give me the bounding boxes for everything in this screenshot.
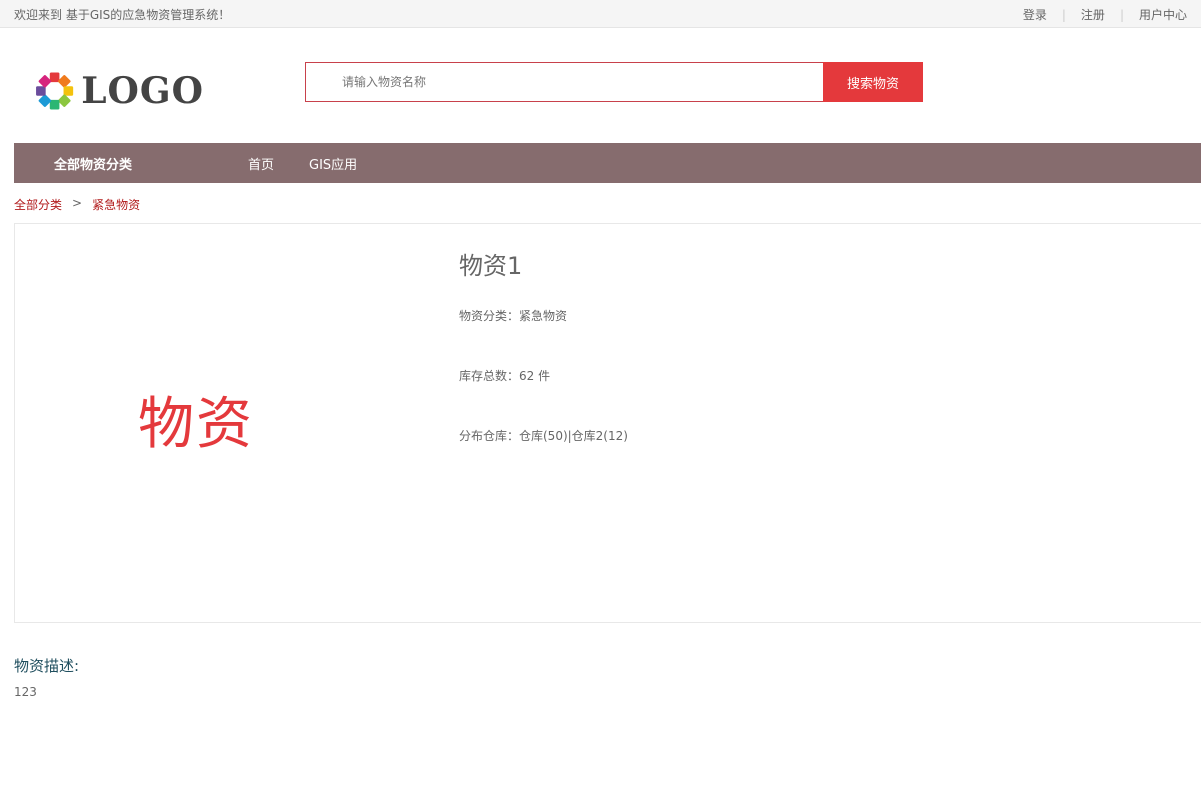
- description-title: 物资描述:: [14, 657, 80, 675]
- nav-item-gis[interactable]: GIS应用: [309, 154, 357, 173]
- description-text: 123: [14, 685, 37, 699]
- breadcrumb-separator: >: [72, 196, 83, 210]
- welcome-text: 欢迎来到 基于GIS的应急物资管理系统！: [14, 8, 231, 22]
- nav-item-home[interactable]: 首页: [248, 154, 274, 173]
- search-bar: 搜索物资: [305, 62, 923, 102]
- breadcrumb-root[interactable]: 全部分类: [14, 196, 62, 213]
- top-link-separator: |: [1061, 7, 1066, 22]
- logo-text: LOGO: [81, 70, 204, 112]
- top-link-separator: |: [1119, 7, 1124, 22]
- product-stock: 库存总数：62 件: [459, 369, 551, 383]
- logo-flower-icon: [36, 72, 74, 110]
- product-image: 物资: [16, 225, 376, 621]
- search-input[interactable]: [305, 62, 823, 102]
- breadcrumb-current[interactable]: 紧急物资: [92, 196, 140, 213]
- site-logo[interactable]: LOGO: [34, 60, 204, 122]
- product-category: 物资分类：紧急物资: [459, 309, 568, 323]
- search-button[interactable]: 搜索物资: [823, 62, 923, 102]
- top-links: 登录 | 注册 | 用户中心: [1023, 6, 1187, 23]
- all-categories-menu[interactable]: 全部物资分类: [54, 154, 132, 173]
- main-nav: 全部物资分类 首页 GIS应用: [14, 143, 1201, 183]
- user-center-link[interactable]: 用户中心: [1139, 6, 1187, 23]
- product-detail-panel: 物资 物资1 物资分类：紧急物资 库存总数：62 件 分布仓库：仓库(50)|仓…: [14, 223, 1201, 623]
- login-link[interactable]: 登录: [1023, 6, 1047, 23]
- top-bar: 欢迎来到 基于GIS的应急物资管理系统！ 登录 | 注册 | 用户中心: [0, 0, 1201, 28]
- product-image-text: 物资: [138, 391, 254, 457]
- product-warehouses: 分布仓库：仓库(50)|仓库2(12): [459, 429, 628, 443]
- register-link[interactable]: 注册: [1081, 6, 1105, 23]
- breadcrumb: 全部分类 > 紧急物资: [14, 196, 140, 213]
- product-title: 物资1: [459, 252, 523, 280]
